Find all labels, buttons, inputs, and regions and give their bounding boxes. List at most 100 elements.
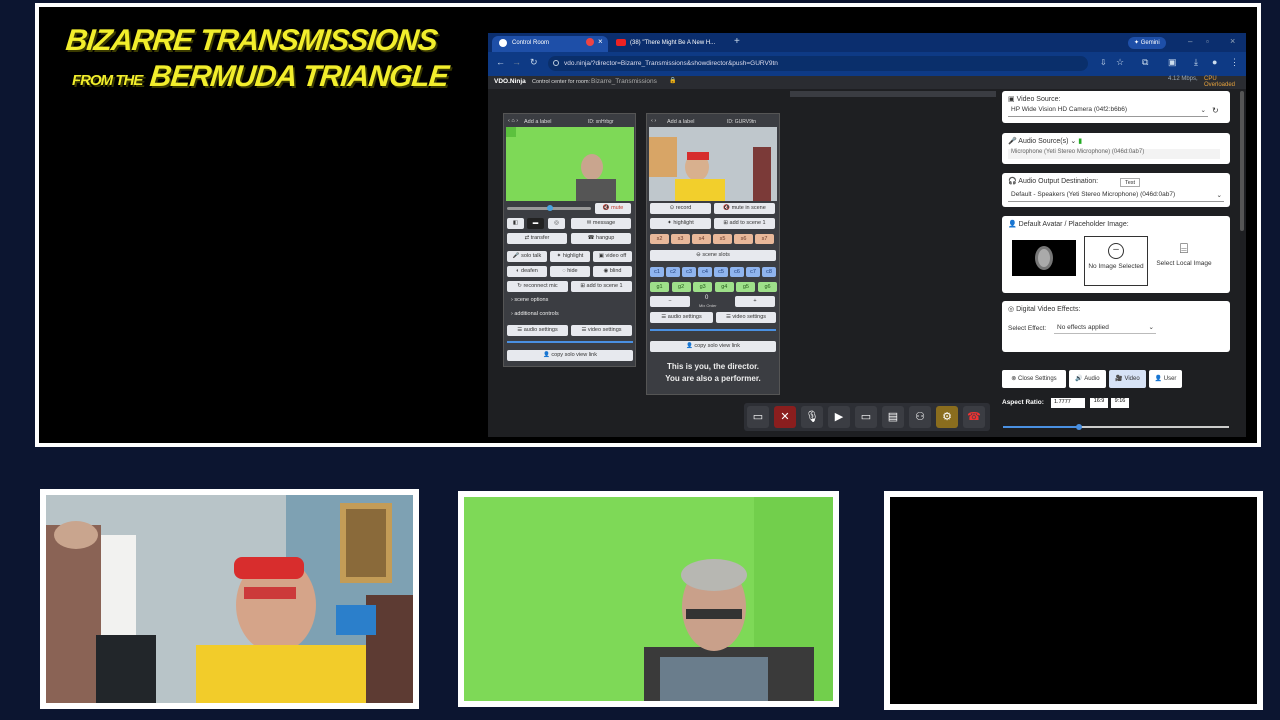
- scene-button[interactable]: s6: [734, 234, 753, 244]
- slot-button-g[interactable]: g3: [693, 282, 713, 292]
- guest-label[interactable]: Add a label: [524, 119, 552, 125]
- highlight-button[interactable]: ✦ highlight: [650, 218, 711, 229]
- avatar-preview[interactable]: [1012, 240, 1076, 276]
- mic-icon-button[interactable]: ◧: [507, 218, 524, 229]
- slot-button-c[interactable]: c2: [666, 267, 680, 277]
- scene-slots-button[interactable]: ⊖ scene slots: [650, 250, 776, 261]
- new-tab-icon[interactable]: +: [734, 36, 740, 47]
- audio-settings-button[interactable]: ☰ audio settings: [507, 325, 568, 336]
- ratio-16-9-button[interactable]: 16:9: [1090, 398, 1108, 408]
- refresh-icon[interactable]: ↻: [1212, 106, 1219, 115]
- slot-button-c[interactable]: c8: [762, 267, 776, 277]
- hide-button[interactable]: ◌ hide: [550, 266, 590, 277]
- slider-knob[interactable]: [1076, 424, 1082, 430]
- scene-button[interactable]: s2: [650, 234, 669, 244]
- video-settings-button[interactable]: ☰ video settings: [571, 325, 632, 336]
- copy-solo-link-button[interactable]: 👤 copy solo view link: [650, 341, 776, 352]
- mix-order-minus-button[interactable]: −: [650, 296, 690, 307]
- slot-button-c[interactable]: c1: [650, 267, 664, 277]
- record-button[interactable]: ⊙ record: [650, 203, 711, 214]
- slot-button-g[interactable]: g4: [714, 282, 734, 292]
- audio-output-select[interactable]: Default - Speakers (Yeti Stereo Micropho…: [1008, 191, 1224, 202]
- install-icon[interactable]: ⇩: [1100, 58, 1107, 67]
- tab-youtube[interactable]: (38) "There Might Be A New H...: [610, 36, 732, 52]
- user-tab-button[interactable]: 👤 User: [1149, 370, 1182, 388]
- guest-nav-icon[interactable]: ‹ ⌂ ›: [508, 118, 518, 124]
- guest-video-preview[interactable]: [506, 127, 634, 201]
- download-icon[interactable]: ⤓: [1194, 57, 1198, 68]
- mute-button[interactable]: 🔇 mute: [595, 203, 631, 214]
- video-settings-button[interactable]: ☰ video settings: [716, 312, 776, 323]
- ratio-9-16-button[interactable]: 9:16: [1111, 398, 1129, 408]
- hangup-button[interactable]: ☎ hangup: [571, 233, 631, 244]
- video-source-select[interactable]: HP Wide Vision HD Camera (04f2:b6b6) ⌄: [1008, 106, 1208, 117]
- volume-knob[interactable]: [547, 205, 553, 211]
- guest-nav-icon[interactable]: ‹ ›: [651, 118, 656, 124]
- users-settings-icon[interactable]: ⚇: [909, 406, 931, 428]
- tab-control-room[interactable]: Control Room ×: [492, 36, 608, 52]
- highlight-button[interactable]: ✦ highlight: [550, 251, 590, 262]
- site-info-icon[interactable]: [553, 60, 559, 66]
- menu-icon[interactable]: ⋮: [1230, 57, 1239, 68]
- screen-icon-button[interactable]: ◎: [548, 218, 565, 229]
- blind-button[interactable]: ◉ blind: [593, 266, 632, 277]
- director-video-preview[interactable]: [649, 127, 777, 201]
- url-field[interactable]: vdo.ninja/?director=Bizarre_Transmission…: [548, 56, 1088, 71]
- hangup-icon[interactable]: ☎: [963, 406, 985, 428]
- scene-button[interactable]: s4: [692, 234, 711, 244]
- scene-button[interactable]: s7: [755, 234, 774, 244]
- camera-icon[interactable]: ▶: [828, 406, 850, 428]
- maximize-icon[interactable]: ▫: [1206, 37, 1209, 46]
- select-effect-dropdown[interactable]: No effects applied ⌄: [1054, 323, 1156, 334]
- add-to-scene-button[interactable]: ⊞ add to scene 1: [571, 281, 632, 292]
- forward-icon[interactable]: →: [512, 57, 521, 67]
- deafen-button[interactable]: ◐ deafen: [507, 266, 547, 277]
- guest-label[interactable]: Add a label: [667, 119, 695, 125]
- gear-icon[interactable]: ⚙: [936, 406, 958, 428]
- mix-order-plus-button[interactable]: +: [735, 296, 775, 307]
- audio-tab-button[interactable]: 🔊 Audio: [1069, 370, 1106, 388]
- settings-slider[interactable]: [1003, 424, 1229, 430]
- add-to-scene-button[interactable]: ⊞ add to scene 1: [714, 218, 775, 229]
- mute-in-scene-button[interactable]: 🔇 mute in scene: [714, 203, 775, 214]
- reconnect-mic-button[interactable]: ↻ reconnect mic: [507, 281, 568, 292]
- audio-source-item[interactable]: Microphone (Yeti Stereo Microphone) (046…: [1008, 149, 1220, 159]
- reload-icon[interactable]: ↻: [530, 57, 538, 68]
- no-image-option[interactable]: – No Image Selected: [1084, 236, 1148, 286]
- layout-icon[interactable]: ▤: [882, 406, 904, 428]
- minimize-icon[interactable]: –: [1188, 37, 1192, 46]
- transfer-button[interactable]: ⇄ transfer: [507, 233, 567, 244]
- slot-button-g[interactable]: g6: [758, 282, 777, 292]
- volume-slider[interactable]: [507, 205, 591, 211]
- copy-solo-link-button[interactable]: 👤 copy solo view link: [507, 350, 633, 361]
- test-audio-button[interactable]: Test: [1120, 178, 1141, 187]
- close-tab-icon[interactable]: ×: [598, 37, 603, 46]
- slot-button-g[interactable]: g5: [736, 282, 756, 292]
- slot-button-c[interactable]: c6: [730, 267, 744, 277]
- gemini-button[interactable]: ✦ Gemini: [1128, 37, 1166, 49]
- microphone-icon[interactable]: 🎙: [801, 406, 823, 428]
- sidebar-icon[interactable]: ▣: [1168, 57, 1177, 68]
- scene-button[interactable]: s3: [671, 234, 690, 244]
- camera-icon-button[interactable]: ▬: [527, 218, 544, 229]
- close-settings-button[interactable]: ⊗ Close Settings: [1002, 370, 1066, 388]
- video-off-button[interactable]: ▣ video off: [593, 251, 632, 262]
- solo-talk-button[interactable]: 🎤 solo talk: [507, 251, 547, 262]
- slot-button-c[interactable]: c7: [746, 267, 760, 277]
- aspect-ratio-input[interactable]: 1.7777: [1051, 398, 1085, 408]
- lock-icon[interactable]: 🔒: [669, 77, 676, 84]
- profile-icon[interactable]: ●: [1212, 57, 1217, 67]
- additional-controls-toggle[interactable]: › additional controls: [511, 311, 559, 317]
- message-button[interactable]: ✉ message: [571, 218, 631, 229]
- back-icon[interactable]: ←: [496, 57, 505, 67]
- close-window-icon[interactable]: ×: [1230, 36, 1235, 46]
- audio-source-label[interactable]: 🎤 Audio Source(s) ⌄ ▮: [1008, 137, 1224, 145]
- screen-share-icon[interactable]: ▭: [855, 406, 877, 428]
- scene-button[interactable]: s5: [713, 234, 732, 244]
- speaker-muted-icon[interactable]: ✕: [774, 406, 796, 428]
- slot-button-c[interactable]: c5: [714, 267, 728, 277]
- slot-button-c[interactable]: c3: [682, 267, 696, 277]
- scene-options-toggle[interactable]: › scene options: [511, 297, 548, 303]
- bookmark-star-icon[interactable]: ☆: [1116, 57, 1124, 68]
- slot-button-g[interactable]: g1: [650, 282, 669, 292]
